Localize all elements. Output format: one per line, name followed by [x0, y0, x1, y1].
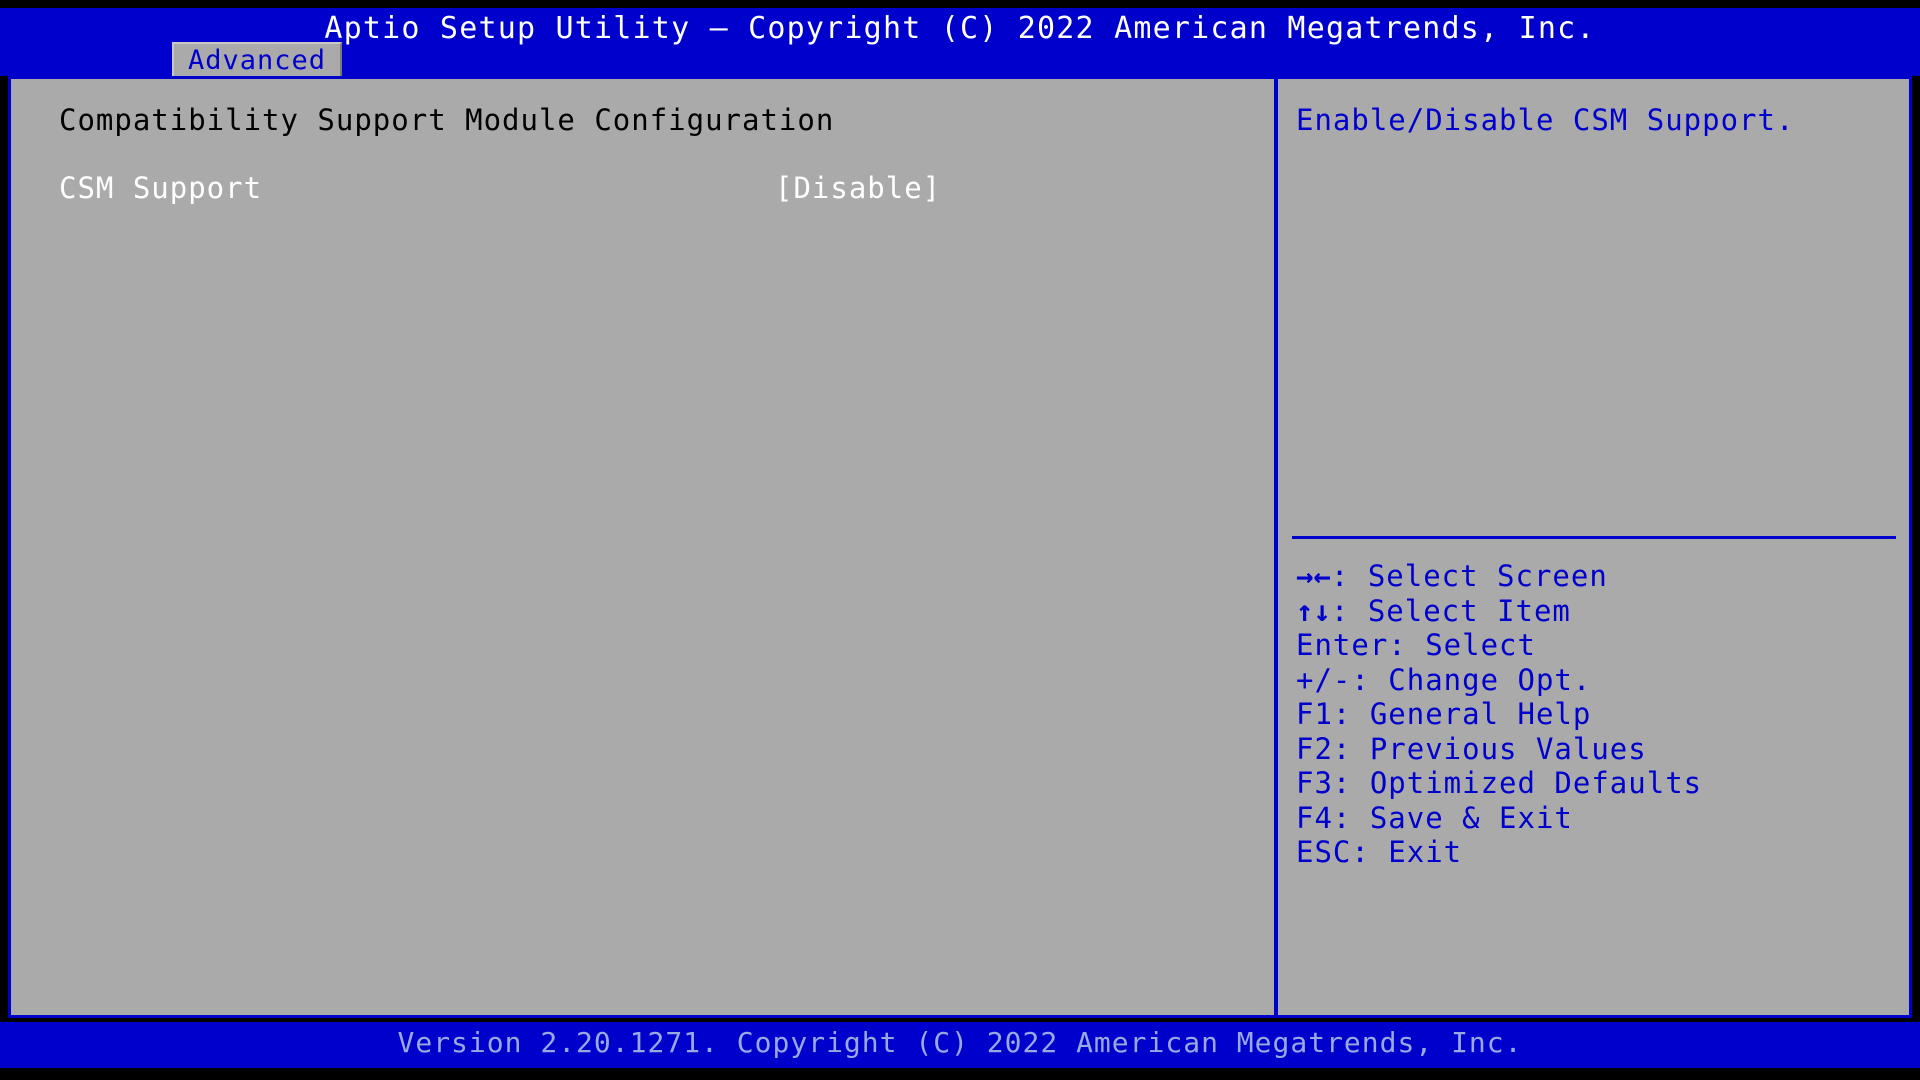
tab-advanced[interactable]: Advanced — [172, 42, 343, 76]
key-legend-item-enter: Enter: Select — [1296, 628, 1536, 662]
bios-setup-screen: Aptio Setup Utility – Copyright (C) 2022… — [0, 0, 1920, 1080]
key-legend: →←: Select Screen ↑↓: Select Item Enter:… — [1296, 559, 1896, 870]
key-legend-item-select-item: ↑↓: Select Item — [1296, 594, 1896, 629]
setting-label-csm-support: CSM Support — [59, 171, 263, 205]
key-legend-text: : Select Screen — [1330, 559, 1608, 593]
setting-value-csm-support[interactable]: [Disable] — [775, 171, 941, 205]
key-legend-item-general-help: F1: General Help — [1296, 697, 1592, 731]
page-title: Aptio Setup Utility – Copyright (C) 2022… — [324, 11, 1596, 46]
menu-tab-strip: Advanced — [0, 42, 1920, 78]
settings-pane: Compatibility Support Module Configurati… — [11, 79, 1278, 1015]
key-legend-item-optimized-defaults: F3: Optimized Defaults — [1296, 766, 1703, 800]
key-legend-item-save-exit: F4: Save & Exit — [1296, 800, 1573, 835]
footer-bar: Version 2.20.1271. Copyright (C) 2022 Am… — [0, 1022, 1920, 1068]
content-frame: Compatibility Support Module Configurati… — [8, 76, 1912, 1018]
key-legend-item-exit: ESC: Exit — [1296, 835, 1463, 869]
help-pane: Enable/Disable CSM Support. →←: Select S… — [1282, 79, 1909, 1015]
setting-row-csm-support[interactable]: CSM Support [Disable] — [59, 171, 1219, 205]
help-divider — [1292, 536, 1896, 539]
arrow-up-down-icon: ↑↓ — [1296, 593, 1331, 628]
key-legend-item-change-opt: +/-: Change Opt. — [1296, 662, 1592, 697]
version-text: Version 2.20.1271. Copyright (C) 2022 Am… — [397, 1026, 1523, 1059]
key-legend-item-select-screen: →←: Select Screen — [1296, 559, 1896, 594]
section-heading: Compatibility Support Module Configurati… — [59, 103, 835, 137]
key-legend-text: : Select Item — [1330, 593, 1571, 628]
arrow-left-right-icon: →← — [1296, 559, 1331, 593]
key-legend-item-previous-values: F2: Previous Values — [1296, 731, 1647, 766]
help-description: Enable/Disable CSM Support. — [1296, 103, 1795, 137]
